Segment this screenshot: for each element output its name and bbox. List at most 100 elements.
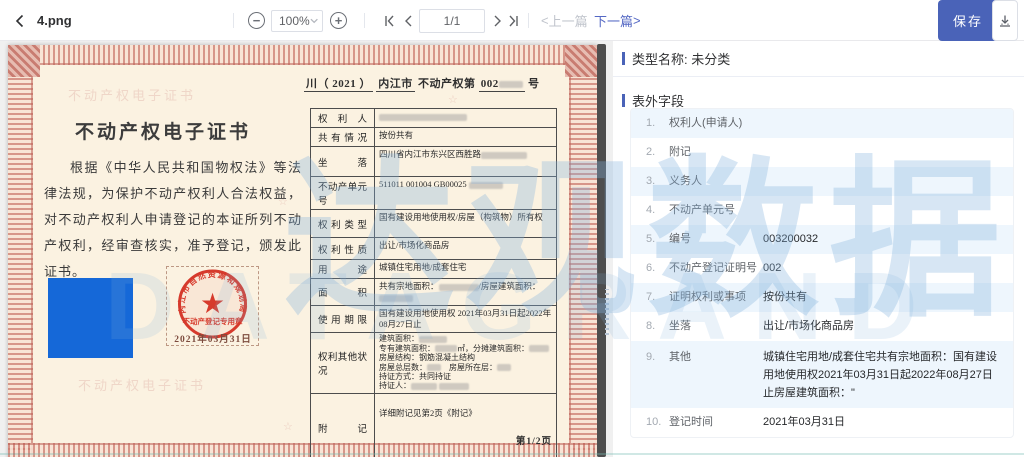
redacted-text (439, 284, 479, 291)
download-button[interactable] (992, 0, 1018, 41)
field-value: 城镇住宅用地/成套住宅共有宗地面积：国有建设用地使用权2021年03月31日起2… (763, 341, 1013, 408)
document-viewer: 不动产权电子证书 不动产权电子证书 不动产权电子证书 ☆ ☆ ☆ ☆ 川（ 20… (0, 41, 613, 457)
field-index: 8. (646, 312, 669, 341)
zoom-level-select[interactable]: 100% (271, 0, 323, 41)
field-row-10[interactable]: 10.登记时间2021年03月31日 (631, 408, 1013, 437)
cert-field-label: 共有情况 (311, 128, 375, 147)
prev-article-label: 上一篇 (549, 11, 588, 30)
cert-field-value: 建筑面积：专有建筑面积：㎡，分摊建筑面积：房屋结构：钢筋混凝土结构房屋总层数： … (375, 333, 557, 394)
field-row-4[interactable]: 4.不动产单元号 (631, 196, 1013, 225)
field-index: 10. (646, 408, 669, 437)
certificate-image: 不动产权电子证书 不动产权电子证书 不动产权电子证书 ☆ ☆ ☆ ☆ 川（ 20… (8, 45, 597, 457)
save-button[interactable]: 保存 (938, 0, 998, 41)
toolbar: 4.png − 100% + (0, 0, 1024, 41)
redacted-text (379, 114, 467, 121)
redacted-text (411, 383, 437, 390)
section-accent-bar (622, 52, 625, 65)
field-index: 4. (646, 196, 669, 225)
cert-field-value: 出让/市场化商品房 (375, 238, 557, 260)
divider (364, 13, 365, 28)
field-row-9[interactable]: 9.其他城镇住宅用地/成套住宅共有宗地面积：国有建设用地使用权2021年03月3… (631, 341, 1013, 408)
cert-table-row: 附记详细附记见第2页《附记》 (311, 393, 557, 457)
redacted-text (469, 182, 503, 189)
field-row-1[interactable]: 1.权利人(申请人) (631, 109, 1013, 138)
last-page-button[interactable] (507, 0, 521, 41)
cert-field-label: 用途 (311, 260, 375, 279)
field-label: 证明权利或事项 (669, 283, 763, 312)
cert-table-row: 权利人 (311, 109, 557, 128)
cert-field-label: 不动产单元号 (311, 177, 375, 210)
cert-field-value: 国有建设用地使用权/房屋（构筑物）所有权 (375, 210, 557, 238)
certificate-title: 不动产权电子证书 (56, 117, 270, 144)
next-article-label: 下一篇 (594, 11, 633, 30)
field-row-8[interactable]: 8.坐落出让/市场化商品房 (631, 312, 1013, 341)
zoom-out-button[interactable]: − (248, 0, 265, 41)
chevron-left-icon (402, 14, 414, 28)
field-index: 2. (646, 138, 669, 167)
fields-panel: 类型名称: 未分类 表外字段 1.权利人(申请人)2.附记3.义务人4.不动产单… (613, 41, 1024, 457)
cert-city: 内江市 (376, 78, 415, 92)
field-value: 002 (763, 254, 1013, 283)
first-page-icon (382, 14, 396, 28)
field-label: 权利人(申请人) (669, 109, 763, 138)
certificate-corner-ornament (565, 45, 597, 77)
field-row-2[interactable]: 2.附记 (631, 138, 1013, 167)
next-page-button[interactable] (492, 0, 504, 41)
cert-suffix: 号 (528, 78, 540, 90)
cert-table-row: 权利性质出让/市场化商品房 (311, 238, 557, 260)
field-row-6[interactable]: 6.不动产登记证明号002 (631, 254, 1013, 283)
svg-text:★: ★ (200, 289, 225, 320)
cert-table-row: 使用期限国有建设用地使用权 2021年03月31日起2022年08月27日止 (311, 306, 557, 333)
field-label: 义务人 (669, 167, 763, 196)
cert-table-row: 权利类型国有建设用地使用权/房屋（构筑物）所有权 (311, 210, 557, 238)
next-article-link[interactable]: 下一篇> (594, 0, 641, 41)
cert-field-label: 附记 (311, 393, 375, 457)
field-label: 附记 (669, 138, 763, 167)
anticopy-text: 不动产权电子证书 (68, 85, 196, 104)
field-index: 5. (646, 225, 669, 254)
app-root: 4.png − 100% + (0, 0, 1024, 457)
cert-field-label: 权利类型 (311, 210, 375, 238)
page-indicator-field[interactable] (419, 0, 485, 41)
file-name: 4.png (37, 0, 72, 41)
minus-icon: − (253, 14, 261, 27)
page-number-label: 第1/2页 (516, 433, 552, 447)
field-index: 6. (646, 254, 669, 283)
redacted-text (379, 295, 413, 302)
prev-page-button[interactable] (402, 0, 414, 41)
last-page-icon (507, 14, 521, 28)
prev-article-link[interactable]: <上一篇 (541, 0, 588, 41)
cert-table-row: 坐落四川省内江市东兴区西胜路 (311, 147, 557, 177)
section-accent-bar (622, 94, 625, 107)
cert-mid: 不动产权第 (418, 78, 476, 90)
cert-field-value: 按份共有 (375, 128, 557, 147)
field-row-3[interactable]: 3.义务人 (631, 167, 1013, 196)
cert-number: 002 (479, 78, 525, 92)
anticopy-text: 不动产权电子证书 (78, 375, 206, 394)
cert-province: 川（ 2021 ） (304, 78, 373, 92)
cert-field-value: 详细附记见第2页《附记》 (375, 393, 557, 457)
field-row-7[interactable]: 7.证明权利或事项按份共有 (631, 283, 1013, 312)
anticopy-star: ☆ (448, 93, 458, 106)
field-label: 坐落 (669, 312, 763, 341)
chevron-left-icon (12, 13, 28, 29)
page-indicator-input (419, 9, 485, 33)
certificate-number-line: 川（ 2021 ） 内江市 不动产权第 002 号 (304, 75, 566, 91)
bottom-edge-line (0, 453, 1024, 455)
field-value: 出让/市场化商品房 (763, 312, 1013, 341)
back-button[interactable] (12, 0, 28, 41)
divider (528, 13, 529, 28)
first-page-button[interactable] (382, 0, 396, 41)
field-index: 3. (646, 167, 669, 196)
type-name-section: 类型名称: 未分类 (613, 41, 1024, 77)
field-index: 9. (646, 341, 669, 366)
cert-field-label: 使用期限 (311, 306, 375, 333)
panel-resize-grip[interactable] (605, 289, 609, 335)
cert-table-row: 共有情况按份共有 (311, 128, 557, 147)
field-row-5[interactable]: 5.编号003200032 (631, 225, 1013, 254)
viewer-scrollbar[interactable] (597, 44, 606, 457)
divider (233, 13, 234, 28)
chevron-left-glyph: < (541, 13, 549, 28)
field-label: 不动产登记证明号 (669, 254, 763, 283)
zoom-in-button[interactable]: + (330, 0, 347, 41)
